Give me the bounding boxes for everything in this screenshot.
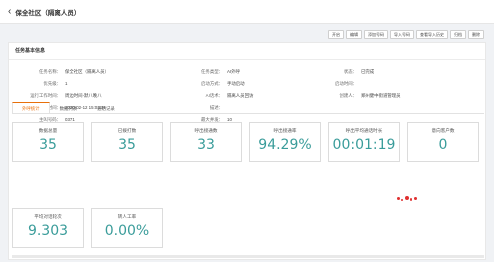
section-divider [9, 59, 485, 60]
info-value: 已完成 [361, 69, 375, 74]
info-value: 周边时间-默八晚八 [65, 93, 102, 98]
info-label: 创建人： [339, 93, 357, 98]
stat-value: 35 [39, 137, 57, 153]
stat-value: 35 [118, 137, 136, 153]
info-label: 状态： [343, 69, 357, 74]
info-row: 优先级： 1 启动方式： 手动启动 启动时间： [9, 81, 487, 90]
stat-label: 意向客户数 [431, 128, 455, 133]
stat-value: 0 [438, 137, 448, 153]
stat-card: 呼出平均通话时长 00:01:19 [328, 122, 400, 162]
info-value: AI外呼 [227, 69, 240, 74]
stat-label: 呼出接通率 [273, 128, 297, 133]
info-label: 任务类型： [201, 69, 223, 74]
edit-button[interactable]: 编辑 [346, 30, 362, 39]
stat-label: 转人工率 [117, 214, 137, 219]
action-toolbar: 开启 编辑 添加号码 导入号码 查看导入历史 归档 删除 [328, 30, 484, 39]
back-link[interactable]: ‹ 保全社区（隔离人员） [8, 7, 81, 18]
info-label: 描述： [209, 105, 223, 110]
info-value: 郑州健中街道管理员 [361, 93, 401, 98]
stat-label: 呼出平均通话时长 [345, 128, 383, 133]
stat-value: 94.29% [258, 137, 312, 153]
stat-label: 平均对话轮次 [34, 214, 62, 219]
page-title: 保全社区（隔离人员） [15, 10, 81, 17]
red-annotation-mark [397, 195, 419, 203]
info-label: 启动方式： [201, 81, 223, 86]
info-value: 保全社区（隔离人员） [65, 69, 109, 74]
stat-card: 转人工率 0.00% [91, 208, 163, 248]
stat-value: 0.00% [104, 223, 150, 239]
info-row: 运行工作时间： 周边时间-默八晚八 AI话术： 隔离人员回访 创建人： 郑州健中… [9, 93, 487, 102]
stat-value: 00:01:19 [332, 137, 396, 153]
stat-label: 已拨打数 [117, 128, 137, 133]
stat-card: 数据总量 35 [12, 122, 84, 162]
chevron-left-icon[interactable]: ‹ [8, 7, 11, 17]
info-label: 任务名称： [39, 69, 61, 74]
stat-value: 9.303 [27, 223, 69, 239]
top-bar: ‹ 保全社区（隔离人员） [0, 0, 494, 24]
info-label: 启动时间： [335, 81, 357, 86]
stat-label: 数据总量 [38, 128, 58, 133]
bottom-divider [12, 255, 484, 258]
stat-card: 呼出接通数 33 [170, 122, 242, 162]
info-label: AI话术： [205, 93, 223, 98]
info-value: 隔离人员回访 [227, 93, 254, 98]
add-number-button[interactable]: 添加号码 [364, 30, 388, 39]
delete-button[interactable]: 删除 [468, 30, 484, 39]
import-number-button[interactable]: 导入号码 [390, 30, 414, 39]
stat-label: 呼出接通数 [194, 128, 218, 133]
info-label: 优先级： [43, 81, 61, 86]
info-value: 1 [65, 81, 68, 86]
stat-card: 已拨打数 35 [91, 122, 163, 162]
start-button[interactable]: 开启 [328, 30, 344, 39]
section-title: 任务基本信息 [15, 48, 46, 54]
stat-card: 意向客户数 0 [407, 122, 479, 162]
info-label: 运行工作时间： [30, 93, 61, 98]
import-history-button[interactable]: 查看导入历史 [416, 30, 448, 39]
info-value: 手动启动 [227, 81, 245, 86]
tab-underline [12, 113, 484, 114]
stat-card: 呼出接通率 94.29% [249, 122, 321, 162]
stat-card: 平均对话轮次 9.303 [12, 208, 84, 248]
stat-value: 33 [197, 137, 215, 153]
info-row: 任务名称： 保全社区（隔离人员） 任务类型： AI外呼 状态： 已完成 [9, 69, 487, 78]
archive-button[interactable]: 归档 [450, 30, 466, 39]
